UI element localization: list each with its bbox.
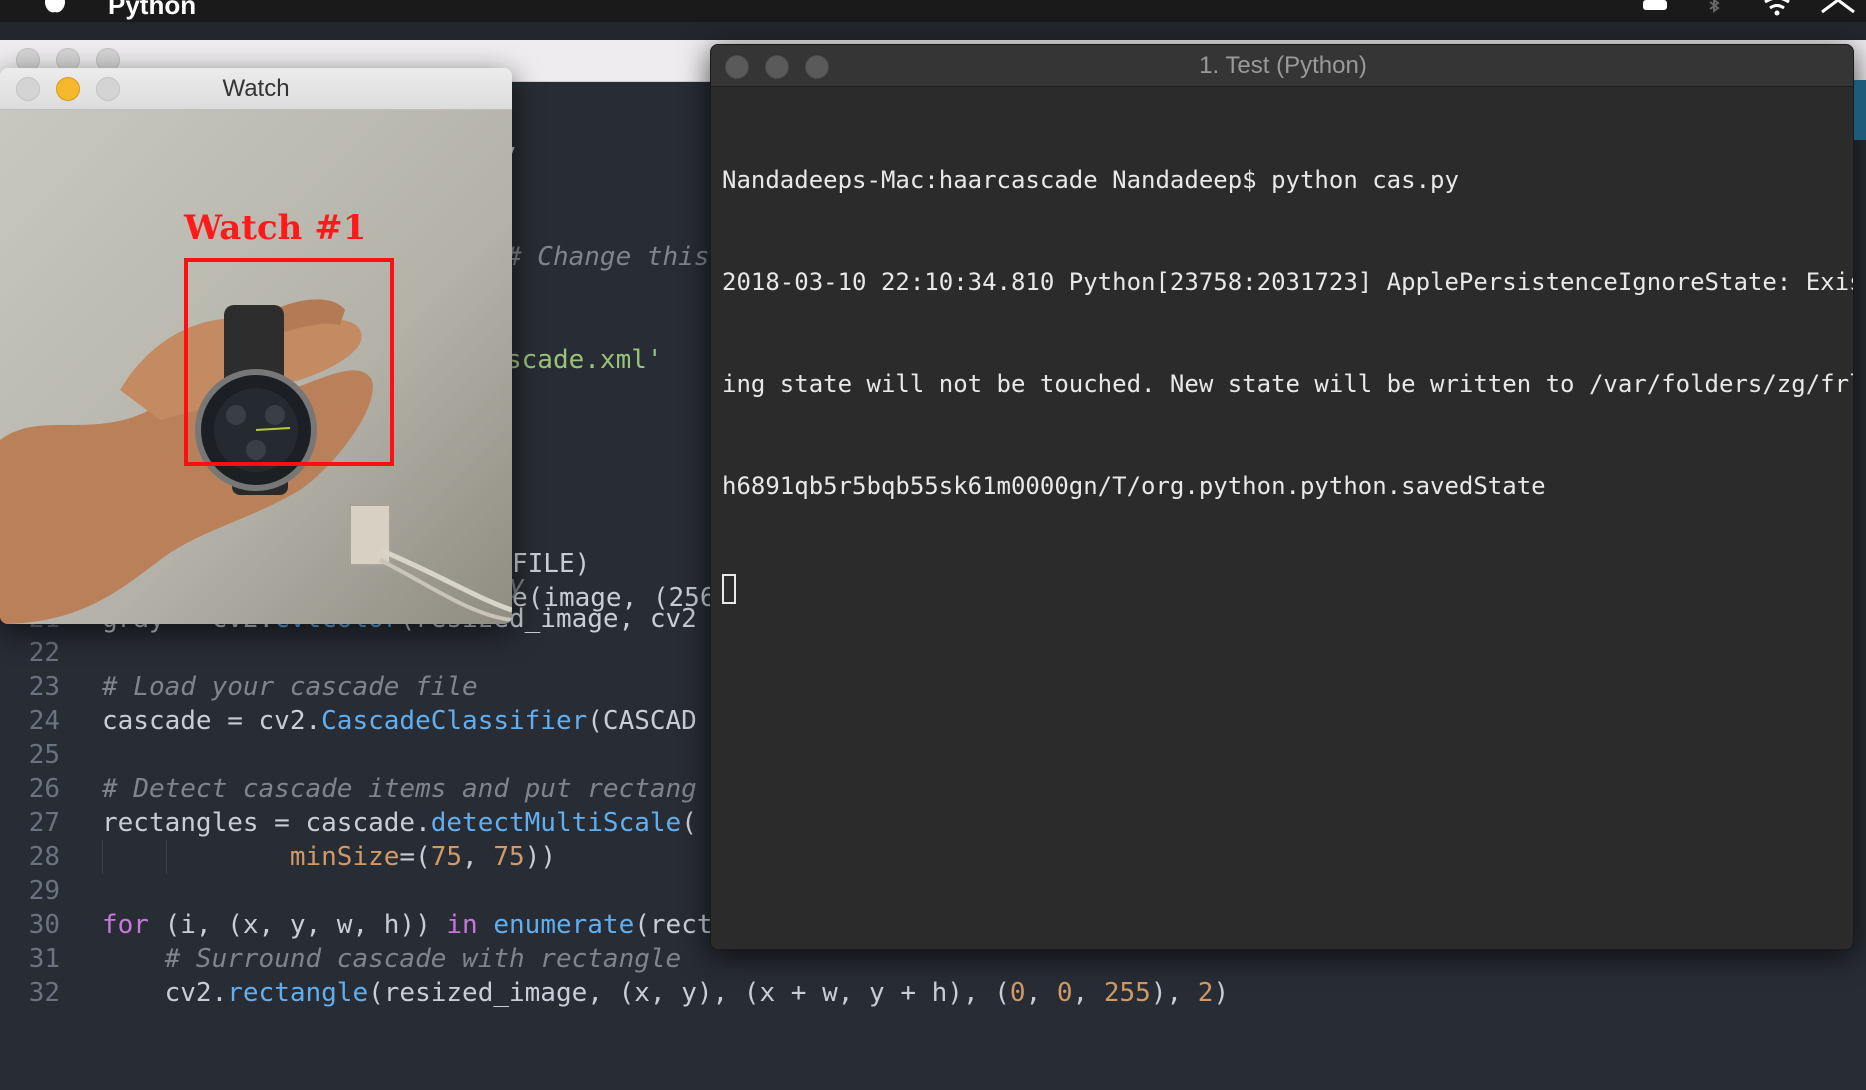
menu-bar: Python: [0, 0, 1866, 22]
code-token: detectMultiScale: [430, 808, 682, 838]
code-token: rectangle: [227, 978, 369, 1008]
line-number: 29: [28, 876, 60, 906]
line-number: 24: [28, 706, 60, 736]
terminal-line: h6891qb5r5bqb55sk61m0000gn/T/org.python.…: [722, 472, 1546, 500]
line-number: 28: [28, 842, 60, 872]
terminal-cursor: [722, 574, 736, 604]
line-number: 31: [28, 944, 60, 974]
code-token: ,: [1072, 978, 1104, 1008]
indent-guide: [102, 840, 103, 874]
code-token: 255: [1103, 978, 1151, 1008]
line-code: minSize=(75, 75)): [102, 840, 556, 874]
code-token: ,: [1025, 978, 1057, 1008]
line-code: cascade = cv2.CascadeClassifier(CASCAD: [102, 704, 697, 738]
detection-label: Watch #1: [184, 208, 367, 248]
code-token: for: [102, 910, 149, 940]
code-token: (CASCAD: [587, 706, 697, 736]
line-number: 25: [28, 740, 60, 770]
notification-icon[interactable]: [1640, 0, 1670, 16]
code-token: # Surround cascade with rectangle: [164, 944, 682, 974]
line-code: cv2.rectangle(resized_image, (x, y), (x …: [102, 976, 1230, 1010]
code-fragment-text: # Change this: [506, 242, 710, 272]
code-token: 2: [1197, 978, 1214, 1008]
code-token: # Load your cascade file: [102, 672, 478, 702]
code-line[interactable]: 32 cv2.rectangle(resized_image, (x, y), …: [0, 976, 1866, 1010]
terminal-titlebar[interactable]: 1. Test (Python): [711, 45, 1853, 87]
terminal-line: Nandadeeps-Mac:haarcascade Nandadeep$ py…: [722, 166, 1459, 194]
code-token: 75: [430, 842, 463, 872]
apple-icon[interactable]: [42, 0, 68, 14]
line-number: 32: [28, 978, 60, 1008]
code-token: cv2.: [102, 978, 228, 1008]
code-token: (: [681, 808, 697, 838]
line-code: # Surround cascade with rectangle: [102, 942, 682, 976]
terminal-line: 2018-03-10 22:10:34.810 Python[23758:203…: [722, 268, 1854, 296]
code-token: CascadeClassifier: [321, 706, 588, 736]
app-menu-python[interactable]: Python: [108, 0, 196, 18]
line-code: rectangles = cascade.detectMultiScale(: [102, 806, 697, 840]
watch-window[interactable]: Watch Watch #1: [0, 68, 512, 624]
background-window-edge: [1854, 80, 1866, 140]
line-code: # Detect cascade items and put rectang: [102, 772, 697, 806]
line-number: 26: [28, 774, 60, 804]
code-fragment: # Change this: [506, 240, 710, 274]
line-number: 23: [28, 672, 60, 702]
terminal-cursor-line: [722, 571, 1848, 605]
line-number: 22: [28, 638, 60, 668]
code-token: (resized_image, (x, y), (x + w, y + h), …: [368, 978, 1010, 1008]
code-token: in: [446, 910, 478, 940]
code-token: ,: [462, 842, 494, 872]
code-token: )): [524, 842, 556, 872]
code-token: =(: [399, 842, 431, 872]
terminal-line: ing state will not be touched. New state…: [722, 370, 1854, 398]
line-number: 30: [28, 910, 60, 940]
code-token: ),: [1150, 978, 1198, 1008]
terminal-window[interactable]: 1. Test (Python) Nandadeeps-Mac:haarcasc…: [710, 44, 1854, 950]
indent-guide: [166, 840, 167, 874]
airplay-icon[interactable]: [1820, 0, 1856, 16]
code-fragment-text: scade.xml': [506, 345, 663, 375]
code-fragment: scade.xml': [506, 343, 663, 377]
code-token: ): [1213, 978, 1230, 1008]
code-token: 0: [1009, 978, 1026, 1008]
code-token: enumerate: [493, 910, 635, 940]
code-token: cascade = cv2.: [102, 706, 322, 736]
detection-rectangle: [184, 258, 394, 466]
code-token: rectangles = cascade.: [102, 808, 431, 838]
bluetooth-icon[interactable]: [1704, 0, 1724, 16]
terminal-output[interactable]: Nandadeeps-Mac:haarcascade Nandadeep$ py…: [722, 95, 1854, 673]
wifi-icon[interactable]: [1762, 0, 1792, 16]
code-token: (i, (x, y, w, h)): [148, 910, 447, 940]
code-token: # Detect cascade items and put rectang: [102, 774, 697, 804]
code-token: 75: [493, 842, 525, 872]
code-token: 0: [1056, 978, 1073, 1008]
line-code: # Load your cascade file: [102, 670, 478, 704]
watch-window-title: Watch: [222, 75, 290, 102]
line-number: 27: [28, 808, 60, 838]
code-token: minSize: [289, 842, 400, 872]
terminal-title: 1. Test (Python): [1199, 52, 1367, 79]
watch-titlebar[interactable]: Watch: [0, 68, 512, 110]
